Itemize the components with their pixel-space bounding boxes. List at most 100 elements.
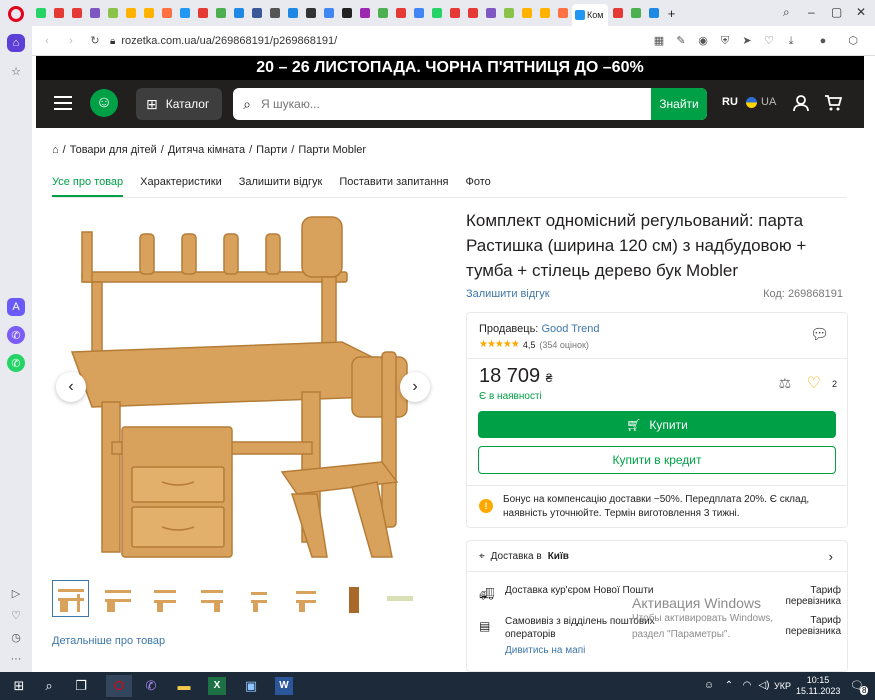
volume-icon[interactable]: ◁) [755, 677, 773, 695]
browser-tab[interactable] [320, 4, 337, 22]
more-about-link[interactable]: Детальніше про товар [52, 635, 165, 647]
gallery-next-button[interactable]: › [400, 372, 430, 402]
browser-tab[interactable] [158, 4, 175, 22]
browser-tab[interactable] [140, 4, 157, 22]
browser-tab[interactable] [410, 4, 427, 22]
thumbnail[interactable] [146, 580, 183, 617]
lang-ru[interactable]: RU [722, 96, 738, 108]
user-icon[interactable] [792, 94, 810, 117]
browser-tab[interactable] [104, 4, 121, 22]
browser-tab[interactable] [627, 4, 644, 22]
browser-tab[interactable] [609, 4, 626, 22]
clock[interactable]: 10:15 15.11.2023 [796, 675, 840, 697]
reader-icon[interactable]: ▦ [652, 34, 666, 48]
thumbnail[interactable] [287, 580, 324, 617]
rating[interactable]: ★★★★★ 4,5 (354 оцінок) [479, 339, 589, 350]
delivery-city[interactable]: ⌖ Доставка в Київ [479, 551, 569, 562]
lang-ua[interactable]: UA [746, 96, 776, 108]
windows-start-icon[interactable]: ⊞ [10, 677, 28, 695]
browser-tab[interactable] [122, 4, 139, 22]
tab-photo[interactable]: Фото [466, 176, 491, 197]
browser-tab[interactable]: Ком [572, 4, 608, 26]
profile-icon[interactable]: ● [816, 34, 830, 48]
browser-tab[interactable] [68, 4, 85, 22]
browser-tab[interactable] [554, 4, 571, 22]
breadcrumb-item[interactable]: Товари для дітей [70, 144, 157, 156]
leave-review-link[interactable]: Залишити відгук [466, 288, 550, 300]
minimize-icon[interactable]: – [808, 5, 815, 19]
url-field[interactable]: 🔒︎ rozetka.com.ua/ua/269868191/p26986819… [110, 30, 670, 52]
browser-tab[interactable] [176, 4, 193, 22]
pinboard-icon[interactable]: ☆ [7, 62, 25, 80]
map-link[interactable]: Дивитись на мапі [505, 645, 585, 656]
gallery-prev-button[interactable]: ‹ [56, 372, 86, 402]
heart-bookmark-icon[interactable]: ♡ [762, 34, 776, 48]
browser-tab[interactable] [86, 4, 103, 22]
thumbnail[interactable] [381, 580, 418, 617]
back-icon[interactable]: ‹ [40, 34, 54, 48]
more-icon[interactable]: ··· [7, 650, 25, 668]
send-icon[interactable]: ➤ [740, 34, 754, 48]
wifi-icon[interactable]: ◠ [738, 677, 756, 695]
thumbnail[interactable] [240, 580, 277, 617]
browser-tab[interactable] [302, 4, 319, 22]
seller-link[interactable]: Good Trend [541, 323, 599, 335]
forward-icon[interactable]: › [64, 34, 78, 48]
cart-icon[interactable] [824, 94, 843, 117]
search-tabs-icon[interactable]: ⌕ [783, 5, 790, 20]
browser-tab[interactable] [374, 4, 391, 22]
viber-icon[interactable]: ✆ [142, 677, 160, 695]
breadcrumb-item[interactable]: Парти [256, 144, 287, 156]
browser-tab[interactable] [266, 4, 283, 22]
browser-tab[interactable] [356, 4, 373, 22]
thumbnail[interactable] [52, 580, 89, 617]
tray-chevron-icon[interactable]: ⌃ [720, 677, 738, 695]
browser-tab[interactable] [284, 4, 301, 22]
browser-tab[interactable] [536, 4, 553, 22]
reload-icon[interactable]: ↻ [88, 34, 102, 48]
tab-leave-review[interactable]: Залишити відгук [239, 176, 323, 197]
thumbnail[interactable] [334, 580, 371, 617]
browser-tab[interactable] [645, 4, 662, 22]
catalog-button[interactable]: ⊞ Каталог [136, 88, 222, 120]
browser-tab[interactable] [500, 4, 517, 22]
player-icon[interactable]: ▷ [7, 584, 25, 602]
rozetka-logo-icon[interactable]: ☺ [90, 89, 118, 117]
workspace-icon[interactable]: ⌂ [7, 34, 25, 52]
breadcrumb-item[interactable]: Дитяча кімната [168, 144, 245, 156]
search-input[interactable] [261, 97, 651, 111]
edit-icon[interactable]: ✎ [674, 34, 688, 48]
history-icon[interactable]: ◷ [7, 628, 25, 646]
excel-icon[interactable]: X [208, 677, 226, 695]
whatsapp-icon[interactable]: ✆ [7, 354, 25, 372]
heart-icon[interactable]: ♡ [7, 606, 25, 624]
folder-icon[interactable]: ▬ [175, 677, 193, 695]
browser-tab[interactable] [482, 4, 499, 22]
opera-taskbar-icon[interactable]: O [106, 675, 132, 697]
browser-tab[interactable] [194, 4, 211, 22]
tab-characteristics[interactable]: Характеристики [140, 176, 222, 197]
image-viewer-icon[interactable]: ▣ [242, 677, 260, 695]
camera-icon[interactable]: ◉ [696, 34, 710, 48]
aria-icon[interactable]: A [7, 298, 25, 316]
home-icon[interactable]: ⌂ [52, 144, 59, 156]
close-icon[interactable]: ✕ [856, 5, 866, 19]
promo-banner[interactable]: 20 – 26 ЛИСТОПАДА. ЧОРНА П'ЯТНИЦЯ ДО –60… [36, 56, 864, 80]
maximize-icon[interactable]: ▢ [831, 5, 842, 19]
browser-tab[interactable] [464, 4, 481, 22]
browser-tab[interactable] [392, 4, 409, 22]
task-view-icon[interactable]: ❐ [72, 677, 90, 695]
new-tab-button[interactable]: + [663, 4, 680, 22]
tab-ask-question[interactable]: Поставити запитання [339, 176, 448, 197]
browser-tab[interactable] [338, 4, 355, 22]
browser-tab[interactable] [50, 4, 67, 22]
opera-logo-icon[interactable] [8, 6, 24, 22]
browser-tab[interactable] [428, 4, 445, 22]
chat-icon[interactable]: 💬︎ [810, 325, 829, 343]
menu-icon[interactable] [54, 96, 72, 110]
word-icon[interactable]: W [275, 677, 293, 695]
extensions-icon[interactable]: ⬡ [846, 34, 860, 48]
messenger-icon[interactable]: ✆ [7, 326, 25, 344]
breadcrumb-item[interactable]: Парти Mobler [298, 144, 366, 156]
compare-icon[interactable]: ⚖ [778, 375, 791, 392]
